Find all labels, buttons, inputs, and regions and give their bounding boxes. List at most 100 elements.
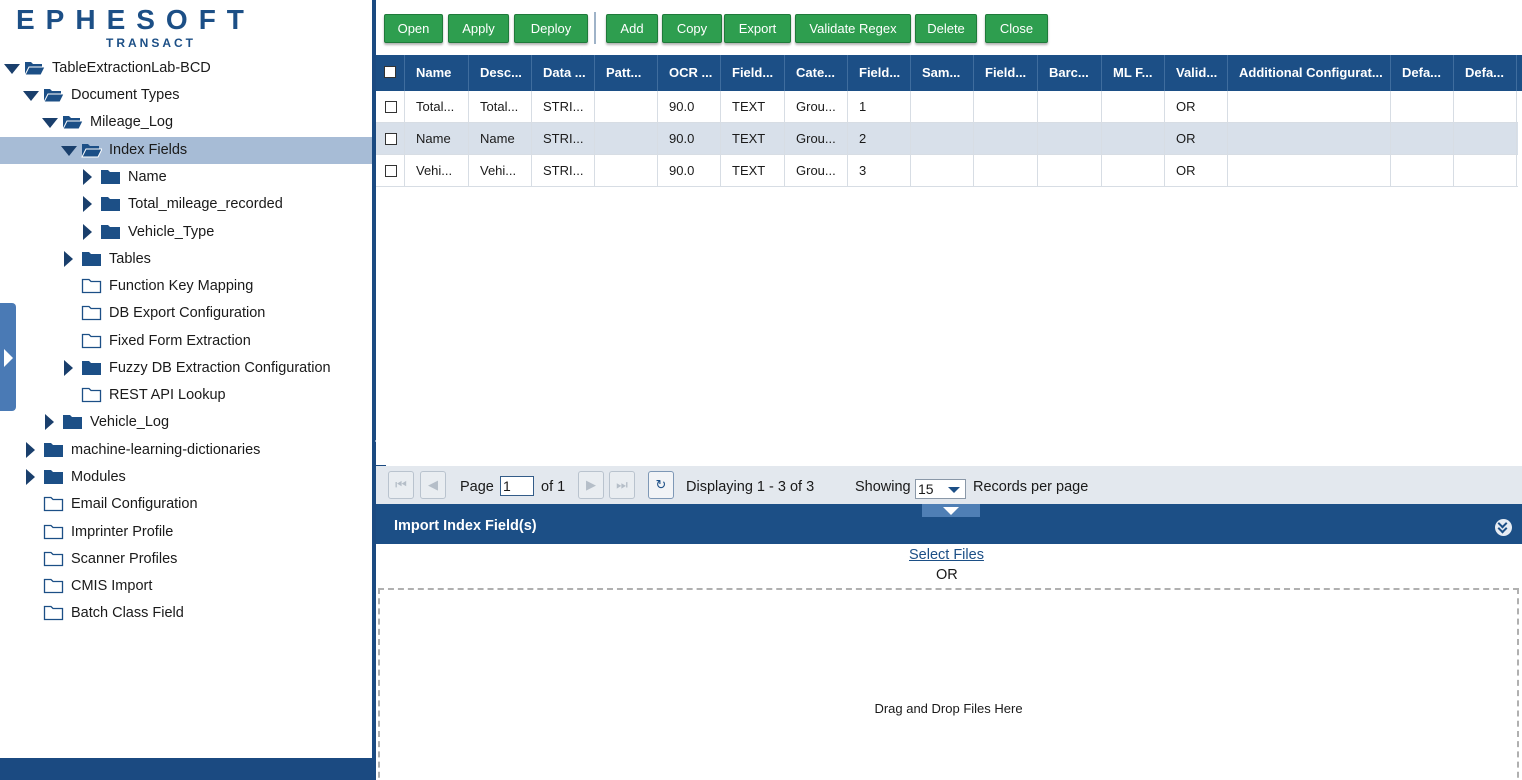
apply-button[interactable]: Apply <box>448 14 509 43</box>
caret-right-icon[interactable] <box>26 442 35 458</box>
table-cell[interactable] <box>1391 123 1454 155</box>
table-cell[interactable] <box>1102 155 1165 187</box>
tree-node[interactable]: Imprinter Profile <box>0 519 372 546</box>
table-cell[interactable]: 2 <box>848 123 911 155</box>
page-number-input[interactable]: 1 <box>500 476 534 496</box>
expand-left-panel-handle[interactable] <box>0 303 16 411</box>
caret-right-icon[interactable] <box>83 224 92 240</box>
tree-node[interactable]: Batch Class Field <box>0 600 372 627</box>
export-button[interactable]: Export <box>724 14 791 43</box>
column-header[interactable]: Defa... <box>1454 55 1517 91</box>
column-header[interactable]: Additional Configurat... <box>1228 55 1391 91</box>
row-checkbox[interactable] <box>385 101 397 113</box>
tree-node[interactable]: Function Key Mapping <box>0 273 372 300</box>
table-cell[interactable]: Grou... <box>785 91 848 123</box>
add-button[interactable]: Add <box>606 14 658 43</box>
caret-right-icon[interactable] <box>83 196 92 212</box>
table-cell[interactable]: 3 <box>848 155 911 187</box>
column-header[interactable]: Field... <box>974 55 1038 91</box>
caret-right-icon[interactable] <box>64 360 73 376</box>
table-cell[interactable] <box>1228 155 1391 187</box>
tree-node[interactable]: Fuzzy DB Extraction Configuration <box>0 355 372 382</box>
table-cell[interactable] <box>1038 123 1102 155</box>
tree-node[interactable]: TableExtractionLab-BCD <box>0 55 372 82</box>
table-cell[interactable]: Name <box>405 123 469 155</box>
deploy-button[interactable]: Deploy <box>514 14 588 43</box>
tree-node[interactable]: Total_mileage_recorded <box>0 191 372 218</box>
table-cell[interactable]: Grou... <box>785 155 848 187</box>
caret-down-icon[interactable] <box>4 64 20 74</box>
caret-right-icon[interactable] <box>26 469 35 485</box>
table-cell[interactable]: 1 <box>848 91 911 123</box>
table-cell[interactable] <box>974 91 1038 123</box>
column-header[interactable]: Name <box>405 55 469 91</box>
table-cell[interactable] <box>974 155 1038 187</box>
tree-node[interactable]: Scanner Profiles <box>0 546 372 573</box>
table-cell[interactable]: 90.0 <box>658 91 721 123</box>
select-files-link[interactable]: Select Files <box>909 547 984 563</box>
tree-node[interactable]: machine-learning-dictionaries <box>0 437 372 464</box>
table-cell[interactable]: Vehi... <box>405 155 469 187</box>
collapse-panel-icon[interactable] <box>1495 518 1512 536</box>
table-cell[interactable] <box>911 123 974 155</box>
table-cell[interactable] <box>1454 91 1517 123</box>
table-cell[interactable]: STRI... <box>532 155 595 187</box>
column-header[interactable]: Cate... <box>785 55 848 91</box>
column-header[interactable]: Data ... <box>532 55 595 91</box>
row-checkbox[interactable] <box>385 165 397 177</box>
refresh-button[interactable]: ↻ <box>648 471 674 499</box>
table-cell[interactable]: OR <box>1165 155 1228 187</box>
close-button[interactable]: Close <box>985 14 1048 43</box>
table-cell[interactable]: 90.0 <box>658 123 721 155</box>
column-header[interactable]: Desc... <box>469 55 532 91</box>
caret-right-icon[interactable] <box>64 251 73 267</box>
table-cell[interactable]: Name <box>469 123 532 155</box>
column-header[interactable]: Barc... <box>1038 55 1102 91</box>
table-cell[interactable] <box>1038 155 1102 187</box>
column-header[interactable]: Valid... <box>1165 55 1228 91</box>
previous-page-button[interactable]: ◀ <box>420 471 446 499</box>
column-header[interactable]: OCR ... <box>658 55 721 91</box>
table-cell[interactable] <box>1454 155 1517 187</box>
tree-node[interactable]: Fixed Form Extraction <box>0 328 372 355</box>
table-cell[interactable]: STRI... <box>532 91 595 123</box>
column-header[interactable]: Field... <box>721 55 785 91</box>
tree-node[interactable]: Modules <box>0 464 372 491</box>
collapse-grid-handle[interactable] <box>922 504 980 517</box>
delete-button[interactable]: Delete <box>915 14 977 43</box>
table-cell[interactable]: STRI... <box>532 123 595 155</box>
next-page-button[interactable]: ▶ <box>578 471 604 499</box>
last-page-button[interactable]: ⏭ <box>609 471 635 499</box>
table-cell[interactable] <box>1038 91 1102 123</box>
table-cell[interactable]: OR <box>1165 123 1228 155</box>
first-page-button[interactable]: ⏮ <box>388 471 414 499</box>
tree-node[interactable]: DB Export Configuration <box>0 300 372 327</box>
table-cell[interactable]: Grou... <box>785 123 848 155</box>
column-header[interactable]: Sam... <box>911 55 974 91</box>
caret-down-icon[interactable] <box>23 91 39 101</box>
table-cell[interactable] <box>1102 123 1165 155</box>
tree-node[interactable]: Vehicle_Type <box>0 219 372 246</box>
tree-node[interactable]: Index Fields <box>0 137 372 164</box>
table-cell[interactable]: TEXT <box>721 155 785 187</box>
column-header[interactable]: Field... <box>848 55 911 91</box>
tree-node[interactable]: Mileage_Log <box>0 109 372 136</box>
caret-down-icon[interactable] <box>61 146 77 156</box>
table-cell[interactable] <box>1454 123 1517 155</box>
tree-node[interactable]: Tables <box>0 246 372 273</box>
table-row[interactable]: Vehi... Vehi... STRI... 90.0 TEXT Grou... 3 OR <box>376 155 1518 187</box>
column-header[interactable]: ML F... <box>1102 55 1165 91</box>
column-header[interactable]: Defa... <box>1391 55 1454 91</box>
table-cell[interactable]: 90.0 <box>658 155 721 187</box>
table-cell[interactable]: Vehi... <box>469 155 532 187</box>
tree-node[interactable]: Email Configuration <box>0 491 372 518</box>
table-cell[interactable]: Total... <box>405 91 469 123</box>
copy-button[interactable]: Copy <box>662 14 722 43</box>
tree-node[interactable]: Document Types <box>0 82 372 109</box>
records-per-page-select[interactable]: 15 <box>915 479 966 499</box>
table-cell[interactable] <box>1228 91 1391 123</box>
table-cell[interactable]: OR <box>1165 91 1228 123</box>
validate-regex-button[interactable]: Validate Regex <box>795 14 911 43</box>
table-cell[interactable]: TEXT <box>721 91 785 123</box>
tree-node[interactable]: CMIS Import <box>0 573 372 600</box>
